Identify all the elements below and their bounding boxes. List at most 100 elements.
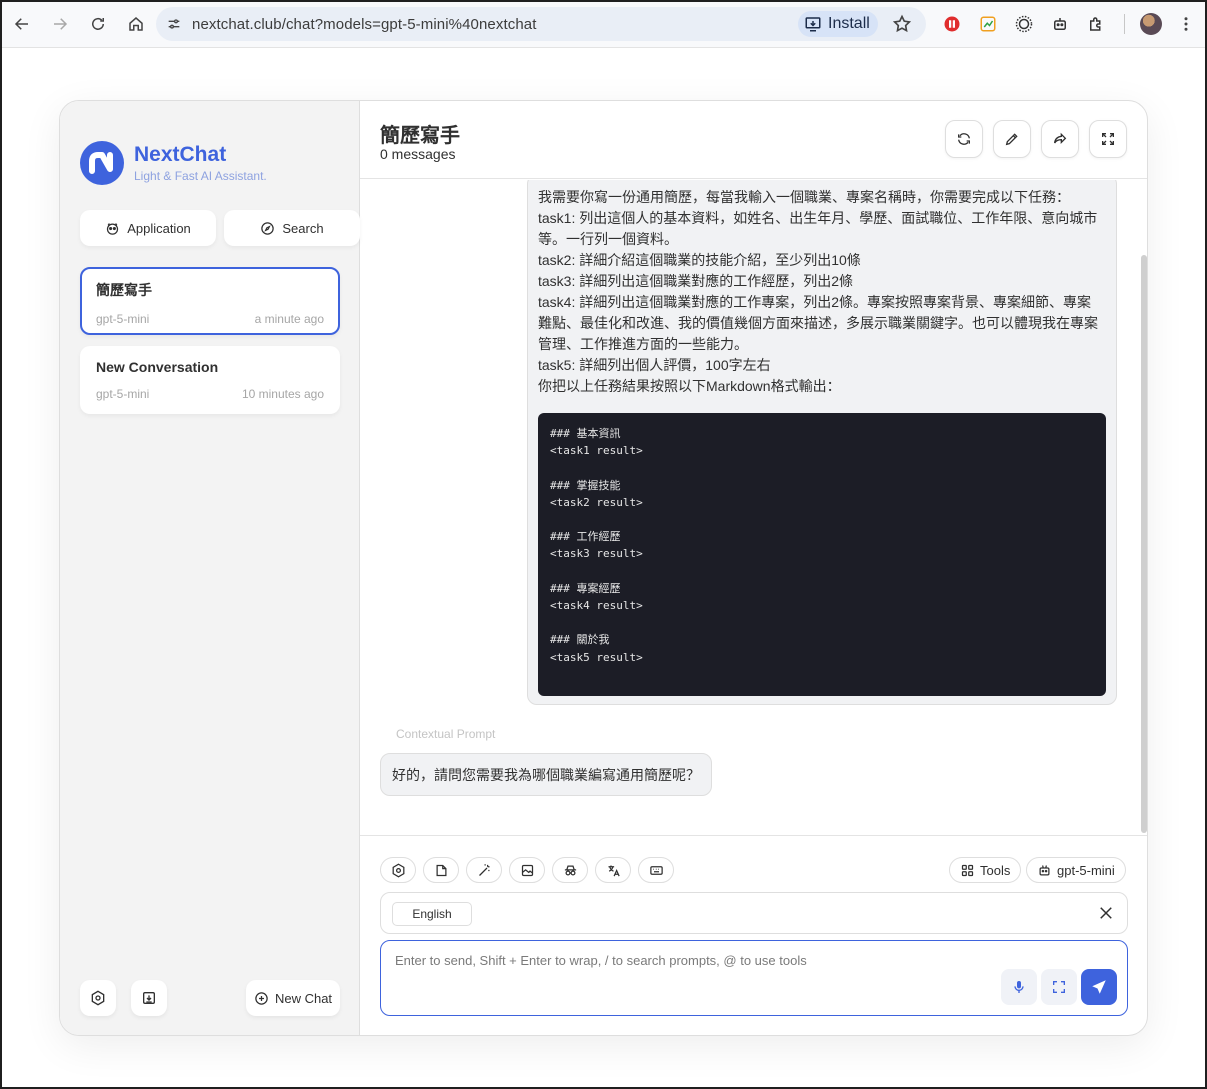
reload-button[interactable] <box>80 6 116 42</box>
fullscreen-button[interactable] <box>1089 120 1127 158</box>
chat-header: 簡歷寫手 0 messages <box>360 101 1147 179</box>
message-line: 難點、最佳化和改進、我的價值幾個方面來描述，多展示職業關鍵字。也可以體現我在專案 <box>538 315 1098 331</box>
home-button[interactable] <box>118 6 154 42</box>
chat-list-item[interactable]: New Conversation gpt-5-mini 10 minutes a… <box>80 346 340 414</box>
message-line: task2: 詳細介紹這個職業的技能介紹，至少列出10條 <box>538 252 861 268</box>
code-line: ### 工作經歷 <box>550 530 621 544</box>
message-line: 你把以上任務結果按照以下Markdown格式輸出： <box>538 378 841 394</box>
url-text: nextchat.club/chat?models=gpt-5-mini%40n… <box>192 15 537 33</box>
mask-button[interactable] <box>552 857 588 883</box>
expand-icon <box>1102 133 1114 145</box>
compass-icon <box>261 221 275 235</box>
browser-menu-icon[interactable] <box>1176 14 1196 34</box>
message-line: 等。一行列一個資料。 <box>538 231 678 247</box>
tools-button[interactable]: Tools <box>949 857 1022 883</box>
message-input[interactable]: Enter to send, Shift + Enter to wrap, / … <box>380 940 1128 1016</box>
code-line: ### 基本資訊 <box>550 427 621 440</box>
message-line: 我需要你寫一份通用簡歷，每當我輸入一個職業、專案名稱時，你需要完成以下任務： <box>538 189 1070 205</box>
extensions-puzzle-icon[interactable] <box>1086 14 1106 34</box>
language-chip[interactable]: English <box>392 902 472 926</box>
tools-label: Tools <box>980 862 1011 878</box>
user-message[interactable]: 我需要你寫一份通用簡歷，每當我輸入一個職業、專案名稱時，你需要完成以下任務： t… <box>527 180 1117 705</box>
search-button[interactable]: Search <box>224 210 360 246</box>
export-button[interactable] <box>131 980 167 1016</box>
message-line: task3: 詳細列出這個職業對應的工作經歷，列出2條 <box>538 273 854 289</box>
input-panel: Tools gpt-5-mini English Enter to send, … <box>360 835 1147 1035</box>
message-line: task5: 詳細列出個人評價，100字左右 <box>538 357 771 373</box>
message-scrollbar[interactable] <box>1141 255 1147 833</box>
input-placeholder: Enter to send, Shift + Enter to wrap, / … <box>395 953 807 968</box>
pencil-icon <box>1005 133 1018 146</box>
code-line: <task2 result> <box>550 495 643 509</box>
contextual-prompt-label: Contextual Prompt <box>396 727 496 741</box>
new-chat-button[interactable]: New Chat <box>246 980 340 1016</box>
toolbar-divider <box>1124 14 1125 34</box>
microphone-icon <box>1014 981 1024 993</box>
settings-icon <box>91 990 105 1006</box>
incognito-icon <box>564 865 576 875</box>
translate-icon <box>608 865 620 876</box>
download-icon <box>143 992 155 1004</box>
extension-red-icon[interactable] <box>942 14 962 34</box>
install-app-button[interactable]: Install <box>798 11 878 37</box>
application-button[interactable]: Application <box>80 210 216 246</box>
close-icon[interactable] <box>1097 904 1115 922</box>
chat-list-item[interactable]: 簡歷寫手 gpt-5-mini a minute ago <box>80 267 340 335</box>
model-label: gpt-5-mini <box>1057 862 1115 878</box>
chat-model: gpt-5-mini <box>96 387 150 401</box>
refresh-title-button[interactable] <box>945 120 983 158</box>
share-icon <box>1054 132 1067 144</box>
nextchat-app: NextChat Light & Fast AI Assistant. Appl… <box>59 100 1148 1036</box>
chat-main: 簡歷寫手 0 messages 我需要你寫一份通用簡歷，每當我輸入一個職業、專案… <box>360 101 1147 1035</box>
message-line: task1: 列出這個人的基本資料，如姓名、出生年月、學歷、面試職位、工作年限、… <box>538 210 1098 226</box>
chat-settings-button[interactable] <box>380 857 416 883</box>
bookmark-star-icon[interactable] <box>892 14 912 34</box>
message-count: 0 messages <box>380 146 456 162</box>
back-button[interactable] <box>4 6 40 42</box>
assistant-message[interactable]: 好的，請問您需要我為哪個職業編寫通用簡歷呢？ <box>380 753 712 796</box>
code-line: ### 專案經歷 <box>550 581 621 595</box>
upload-file-button[interactable] <box>423 857 459 883</box>
shortcut-keyboard-button[interactable] <box>638 857 674 883</box>
forward-button[interactable] <box>42 6 78 42</box>
file-icon <box>436 864 446 876</box>
code-line: <task5 result> <box>550 650 643 664</box>
site-settings-icon[interactable] <box>164 14 184 34</box>
code-block[interactable]: ### 基本資訊 <task1 result> ### 掌握技能 <task2 … <box>538 413 1106 696</box>
edit-button[interactable] <box>993 120 1031 158</box>
share-button[interactable] <box>1041 120 1079 158</box>
voice-input-button[interactable] <box>1001 969 1037 1005</box>
code-line: <task1 result> <box>550 444 643 458</box>
robot-icon <box>1039 864 1050 875</box>
expand-input-button[interactable] <box>1041 969 1077 1005</box>
code-line: ### 掌握技能 <box>550 478 621 492</box>
message-list: 我需要你寫一份通用簡歷，每當我輸入一個職業、專案名稱時，你需要完成以下任務： t… <box>360 180 1147 835</box>
install-icon <box>805 17 821 32</box>
upload-image-button[interactable] <box>509 857 545 883</box>
model-selector-button[interactable]: gpt-5-mini <box>1026 857 1126 883</box>
mask-icon <box>107 222 119 235</box>
search-label: Search <box>282 220 324 236</box>
install-label: Install <box>828 15 870 32</box>
address-bar[interactable]: nextchat.club/chat?models=gpt-5-mini%40n… <box>156 7 926 41</box>
brand-subtitle: Light & Fast AI Assistant. <box>134 169 267 183</box>
extension-robot-icon[interactable] <box>1050 14 1070 34</box>
send-button[interactable] <box>1081 969 1117 1005</box>
application-label: Application <box>127 220 191 236</box>
chat-time: a minute ago <box>254 312 324 326</box>
chat-header-title[interactable]: 簡歷寫手 <box>380 119 460 148</box>
settings-button[interactable] <box>80 980 116 1016</box>
brand-title: NextChat <box>134 143 227 166</box>
language-plugin-bar: English <box>380 892 1128 934</box>
extension-chart-icon[interactable] <box>978 14 998 34</box>
prompt-magic-button[interactable] <box>466 857 502 883</box>
chat-title: New Conversation <box>96 359 219 375</box>
profile-avatar[interactable] <box>1140 13 1162 35</box>
code-line: ### 關於我 <box>550 633 610 647</box>
keyboard-icon <box>649 865 663 875</box>
extension-sun-icon[interactable] <box>1014 14 1034 34</box>
translate-button[interactable] <box>595 857 631 883</box>
